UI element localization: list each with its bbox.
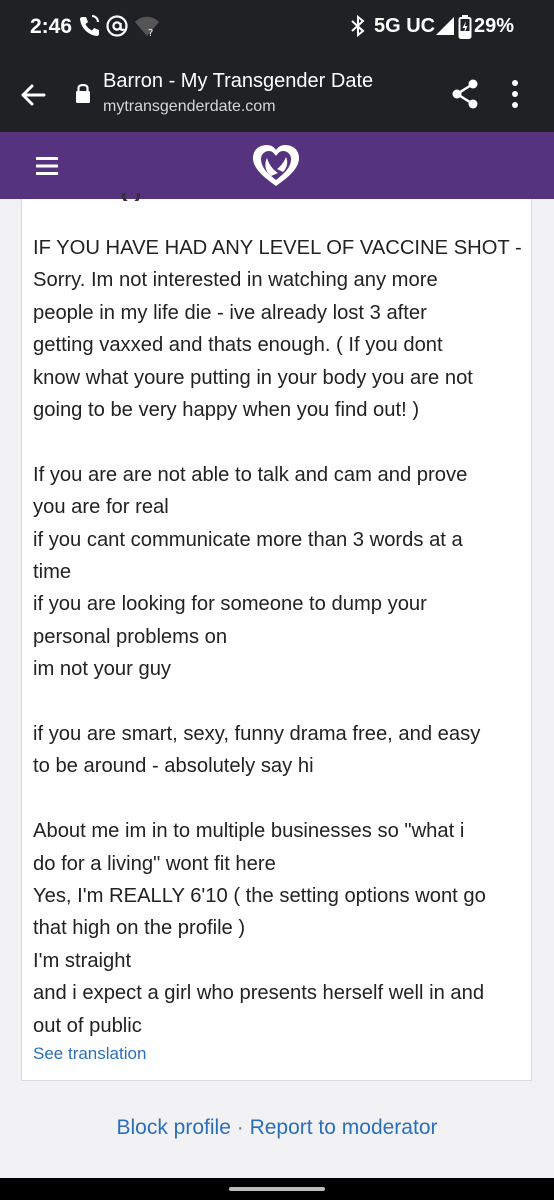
hamburger-menu-icon[interactable] [36,156,58,181]
profile-text-line: and i expect a girl who presents herself… [33,982,485,1005]
profile-text-line: do for a living" wont fit here [33,852,276,875]
separator: · [236,1116,244,1139]
profile-text-line: you are for real [33,496,169,519]
phone-wifi-icon [78,14,100,43]
signal-icon [434,14,456,43]
profile-text-line: im not your guy [33,658,172,681]
profile-text-line: to be around - absolutely say hi [33,755,314,778]
share-icon[interactable] [450,78,480,115]
page-title[interactable]: Barron - My Transgender Date [103,70,373,93]
profile-actions: Block profile · Report to moderator [0,1116,554,1140]
profile-text-line: If you are are not able to talk and cam … [33,463,468,486]
profile-text-line: that high on the profile ) [33,917,246,940]
bluetooth-icon [350,14,366,43]
profile-text-line: I'm straight [33,949,132,972]
page-url[interactable]: mytransgenderdate.com [103,98,276,116]
battery-percent: 29% [474,15,515,37]
svg-text:?: ? [148,28,153,38]
profile-text-line: About me im in to multiple businesses so… [33,820,465,843]
battery-charging-icon [458,14,472,45]
profile-text-line: Sorry. Im not interested in watching any… [33,269,438,292]
see-translation-link[interactable]: See translation [33,1044,146,1064]
gesture-handle[interactable] [229,1187,325,1191]
report-to-moderator-link[interactable]: Report to moderator [250,1116,438,1139]
back-arrow-icon[interactable] [18,80,48,115]
overflow-menu-icon[interactable] [510,78,520,115]
profile-text-line: going to be very happy when you find out… [33,399,420,422]
lock-icon[interactable] [74,82,92,109]
heart-logo-icon[interactable] [250,142,302,195]
profile-text-line: if you cant communicate more than 3 word… [33,528,463,551]
profile-text-line: know what youre putting in your body you… [33,366,473,389]
status-time: 2:46 [30,15,73,38]
profile-text-line: time [33,561,72,584]
profile-text-line: people in my life die - ive already lost… [33,301,427,324]
profile-text-line: IF YOU HAVE HAD ANY LEVEL OF VACCINE SHO… [33,237,522,259]
profile-text-line: personal problems on [33,625,228,648]
profile-text-line: out of public [33,1014,142,1037]
profile-text-line: Yes, I'm REALLY 6'10 ( the setting optio… [33,885,486,908]
profile-text-line: getting vaxxed and thats enough. ( If yo… [33,334,443,357]
status-bar: 2:46 ? 5G UC 29% [0,0,554,58]
network-type: 5G UC [374,15,436,37]
navigation-gesture-bar [0,1178,554,1200]
site-header [0,132,554,199]
profile-description: IF YOU HAVE HAD ANY LEVEL OF VACCINE SHO… [33,232,525,1042]
profile-description-card: IF YOU HAVE HAD ANY LEVEL OF VACCINE SHO… [21,193,532,1081]
block-profile-link[interactable]: Block profile [116,1116,230,1139]
wifi-unknown-icon: ? [134,14,160,43]
at-icon [105,14,129,43]
browser-toolbar: Barron - My Transgender Date mytransgend… [0,58,554,132]
cut-off-heading [122,193,182,201]
profile-text-line: if you are looking for someone to dump y… [33,593,427,616]
profile-text-line: if you are smart, sexy, funny drama free… [33,723,481,746]
